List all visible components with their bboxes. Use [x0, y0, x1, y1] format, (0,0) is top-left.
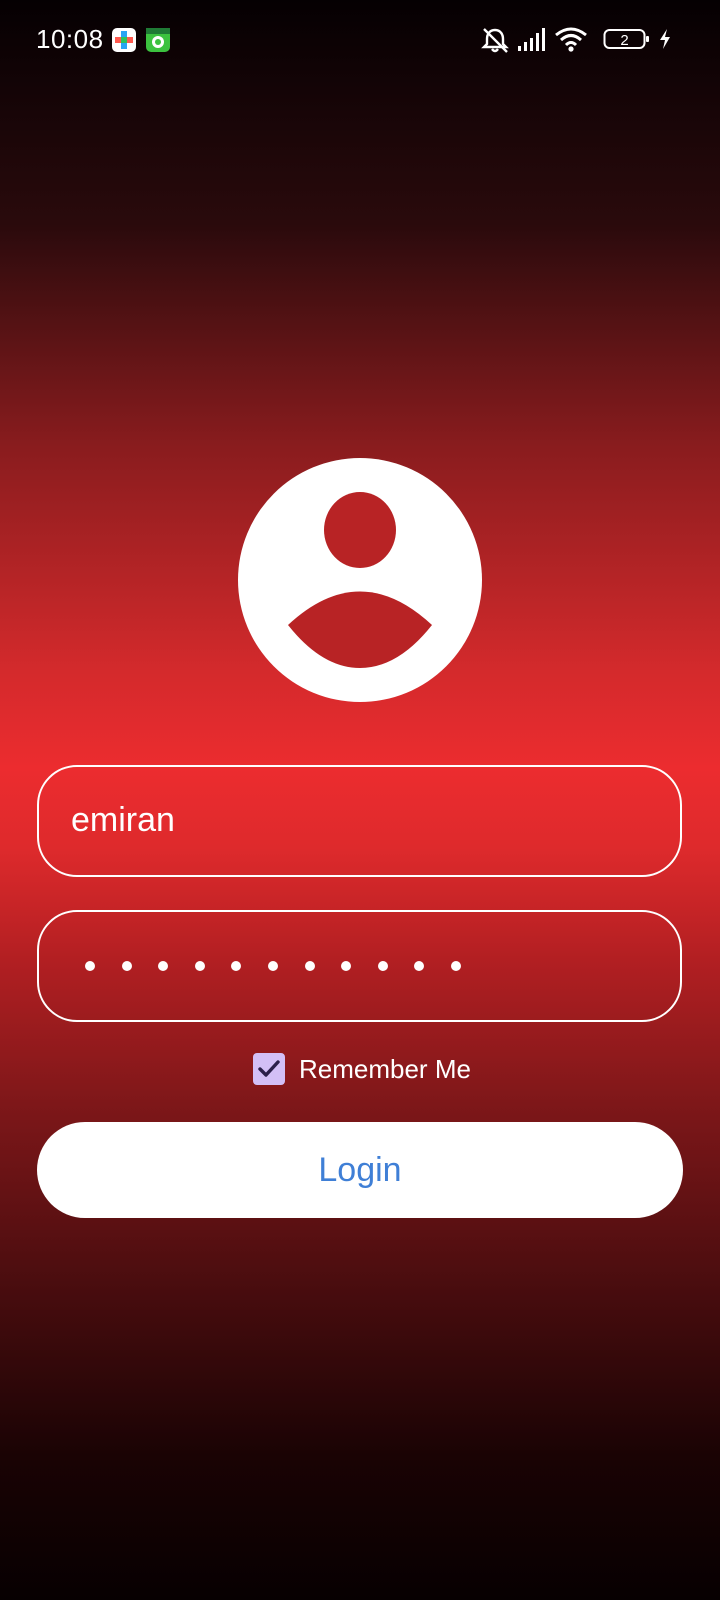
password-dot [304, 961, 315, 971]
wifi-icon [554, 26, 588, 59]
notification-app-icon [112, 28, 136, 52]
charging-icon [658, 26, 672, 57]
username-field[interactable]: emiran [37, 765, 682, 877]
password-dot [377, 961, 388, 971]
remember-me-label: Remember Me [299, 1053, 471, 1084]
password-dot [414, 961, 425, 971]
password-dot [194, 961, 205, 971]
status-bar: 10:08 2 [0, 0, 720, 80]
checkmark-icon [258, 1060, 280, 1077]
password-dot [267, 961, 278, 971]
password-dot [121, 961, 132, 971]
remember-me-row[interactable]: Remember Me [253, 1053, 471, 1085]
notification-shield-icon [146, 28, 170, 52]
password-field[interactable] [37, 910, 682, 1022]
username-value: emiran [71, 801, 175, 839]
remember-me-checkbox[interactable] [253, 1053, 285, 1085]
login-button[interactable]: Login [37, 1122, 683, 1218]
vibrate-off-icon [480, 26, 510, 59]
password-dot [231, 961, 242, 971]
password-dot [158, 961, 169, 971]
signal-icon [517, 26, 547, 57]
user-avatar-icon [238, 458, 482, 702]
battery-level-text: 2 [620, 32, 628, 49]
password-dot [450, 961, 461, 971]
password-dot [341, 961, 352, 971]
password-mask [85, 961, 488, 971]
status-time: 10:08 [36, 24, 104, 54]
battery-icon: 2 [603, 26, 651, 57]
password-dot [85, 961, 95, 971]
login-button-label: Login [318, 1150, 402, 1189]
